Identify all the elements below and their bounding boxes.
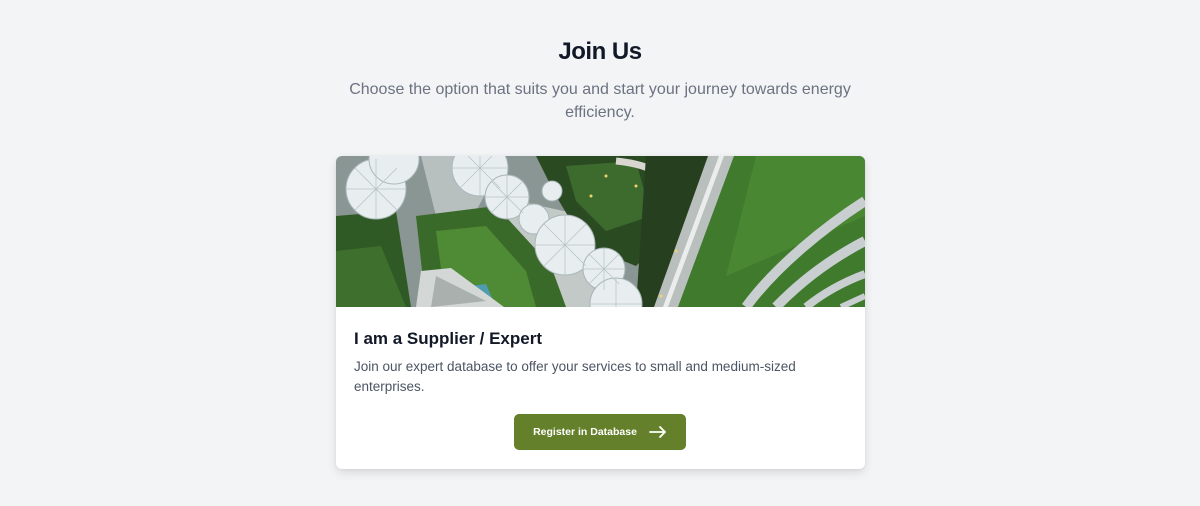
join-us-page: Join Us Choose the option that suits you…	[0, 0, 1200, 506]
arrow-right-icon	[649, 426, 666, 438]
register-in-database-button[interactable]: Register in Database	[514, 414, 686, 450]
aerial-park-image	[336, 156, 865, 307]
card-title: I am a Supplier / Expert	[354, 329, 543, 348]
supplier-expert-card: I am a Supplier / Expert Join our expert…	[336, 156, 865, 469]
page-title: Join Us	[558, 38, 642, 65]
register-button-label: Register in Database	[533, 426, 637, 438]
page-subtitle: Choose the option that suits you and sta…	[349, 81, 851, 121]
card-description: Join our expert database to offer your s…	[354, 359, 796, 394]
